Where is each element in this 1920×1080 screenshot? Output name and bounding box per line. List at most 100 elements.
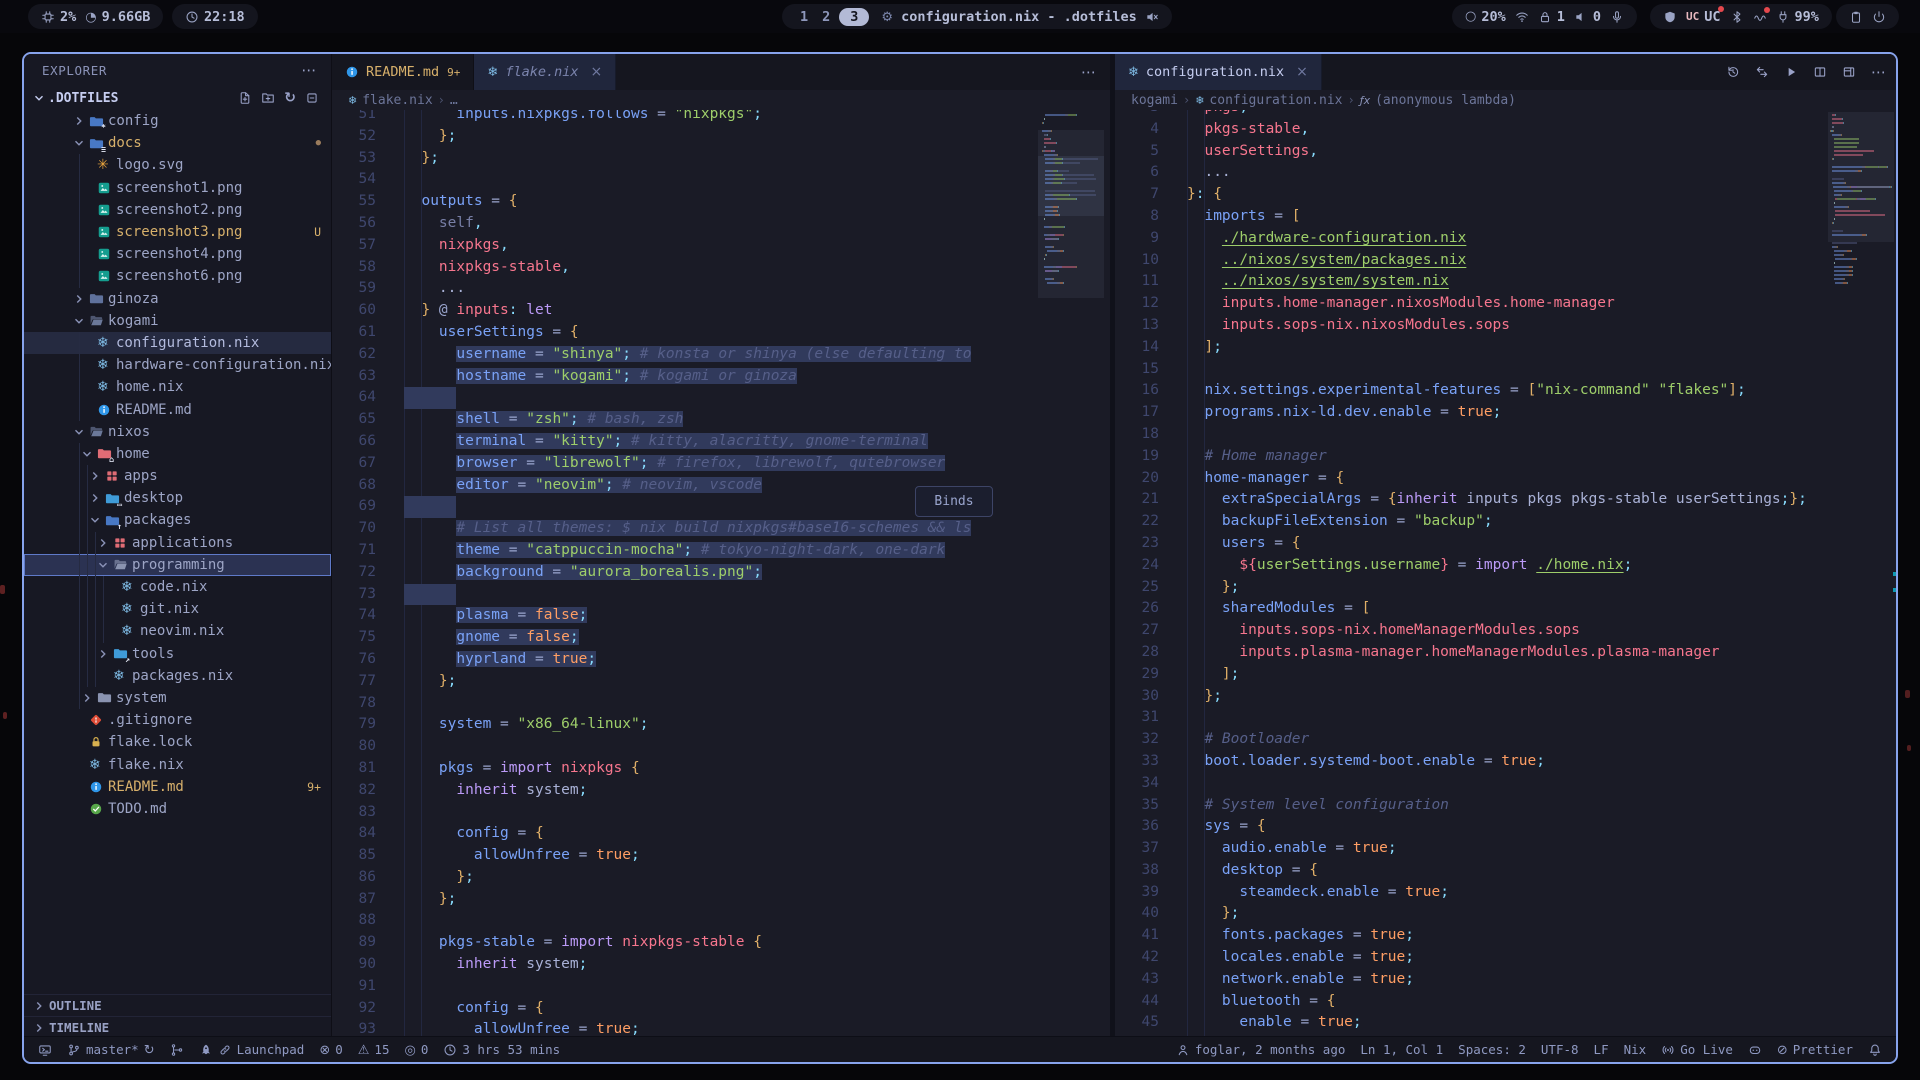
status-tray-1[interactable]: ○20%10 bbox=[1452, 4, 1637, 29]
code-line[interactable]: 81 pkgs = import nixpkgs { bbox=[332, 758, 1036, 780]
new-folder-icon[interactable] bbox=[261, 91, 275, 105]
status-item-0[interactable]: ◎0 bbox=[404, 1042, 428, 1057]
code-line[interactable]: 26 sharedModules = [ bbox=[1115, 598, 1826, 620]
status-item[interactable] bbox=[1868, 1043, 1882, 1057]
tab-flake.nix[interactable]: ❄flake.nix× bbox=[474, 54, 616, 90]
code-line[interactable]: 5 userSettings, bbox=[1115, 141, 1826, 163]
code-line[interactable]: 59 ... bbox=[332, 278, 1036, 300]
code-line[interactable]: 42 locales.enable = true; bbox=[1115, 947, 1826, 969]
breadcrumb-item[interactable]: kogami bbox=[1131, 93, 1178, 108]
tree-item[interactable]: ❄home.nix bbox=[24, 376, 331, 398]
code-line[interactable]: 71 theme = "catppuccin-mocha"; # tokyo-n… bbox=[332, 540, 1036, 562]
code-line[interactable]: 3 pkgs, bbox=[1115, 110, 1826, 119]
code-line[interactable]: 30 }; bbox=[1115, 686, 1826, 708]
tree-item[interactable]: screenshot3.pngU bbox=[24, 221, 331, 243]
code-line[interactable]: 80 bbox=[332, 736, 1036, 758]
code-line[interactable]: 9 ./hardware-configuration.nix bbox=[1115, 228, 1826, 250]
minimap[interactable] bbox=[1830, 112, 1892, 286]
code-line[interactable]: 22 backupFileExtension = "backup"; bbox=[1115, 511, 1826, 533]
code-line[interactable]: 83 bbox=[332, 802, 1036, 824]
code-line[interactable]: 88 bbox=[332, 910, 1036, 932]
code-line[interactable]: 62 username = "shinya"; # konsta or shin… bbox=[332, 344, 1036, 366]
tree-item[interactable]: README.md9+ bbox=[24, 776, 331, 798]
code-line[interactable]: 32 # Bootloader bbox=[1115, 729, 1826, 751]
clock-module[interactable]: 22:18 bbox=[172, 4, 258, 29]
code-line[interactable]: 79 system = "x86_64-linux"; bbox=[332, 714, 1036, 736]
code-line[interactable]: 63 hostname = "kogami"; # kogami or gino… bbox=[332, 366, 1036, 388]
code-line[interactable]: 8 imports = [ bbox=[1115, 206, 1826, 228]
code-line[interactable]: 84 config = { bbox=[332, 823, 1036, 845]
code-line[interactable]: 66 terminal = "kitty"; # kitty, alacritt… bbox=[332, 431, 1036, 453]
status-item-0[interactable]: ⊗0 bbox=[319, 1042, 342, 1057]
tree-item[interactable]: ❄configuration.nix bbox=[24, 332, 331, 354]
breadcrumb-item[interactable]: ❄configuration.nix bbox=[1195, 93, 1342, 108]
code-line[interactable]: 18 bbox=[1115, 424, 1826, 446]
code-line[interactable]: 35 # System level configuration bbox=[1115, 795, 1826, 817]
workspace-1[interactable]: 1 bbox=[795, 9, 813, 25]
code-line[interactable]: 36 sys = { bbox=[1115, 816, 1826, 838]
code-line[interactable]: 90 inherit system; bbox=[332, 954, 1036, 976]
breadcrumb-item[interactable]: … bbox=[450, 93, 458, 108]
status-item-3-hrs-53-mins[interactable]: 3 hrs 53 mins bbox=[443, 1042, 560, 1057]
tree-item[interactable]: ❄code.nix bbox=[24, 576, 331, 598]
code-line[interactable]: 10 ../nixos/system/packages.nix bbox=[1115, 250, 1826, 272]
code-line[interactable]: 58 nixpkgs-stable, bbox=[332, 257, 1036, 279]
speaker-icon[interactable]: 0 bbox=[1574, 9, 1601, 25]
code-area[interactable]: 3 pkgs,4 pkgs-stable,5 userSettings,6 ..… bbox=[1115, 110, 1898, 1038]
tree-item[interactable]: TODO.md bbox=[24, 798, 331, 820]
tree-item[interactable]: ≡docs● bbox=[24, 132, 331, 154]
tree-item[interactable]: ↑packages bbox=[24, 509, 331, 531]
explorer-more-actions-button[interactable]: ⋯ bbox=[301, 63, 317, 78]
code-line[interactable]: 19 # Home manager bbox=[1115, 446, 1826, 468]
status-item-15[interactable]: ⚠15 bbox=[358, 1042, 390, 1057]
code-line[interactable]: 24 ${userSettings.username} = import ./h… bbox=[1115, 555, 1826, 577]
breadcrumb[interactable]: kogami›❄configuration.nix›ƒx(anonymous l… bbox=[1115, 90, 1898, 110]
status-item[interactable] bbox=[170, 1043, 184, 1057]
code-line[interactable]: 76 hyprland = true; bbox=[332, 649, 1036, 671]
status-item[interactable] bbox=[38, 1043, 52, 1057]
layout-icon[interactable] bbox=[1842, 65, 1856, 79]
code-line[interactable]: 67 browser = "librewolf"; # firefox, lib… bbox=[332, 453, 1036, 475]
breadcrumb-item[interactable]: ƒx(anonymous lambda) bbox=[1360, 93, 1516, 108]
code-line[interactable]: 64 bbox=[332, 387, 1036, 409]
code-line[interactable]: 34 bbox=[1115, 773, 1826, 795]
new-file-icon[interactable] bbox=[238, 91, 252, 105]
code-line[interactable]: 14 ]; bbox=[1115, 337, 1826, 359]
code-line[interactable]: 31 bbox=[1115, 707, 1826, 729]
code-line[interactable]: 70 # List all themes: $ nix build nixpkg… bbox=[332, 518, 1036, 540]
code-line[interactable]: 16 nix.settings.experimental-features = … bbox=[1115, 380, 1826, 402]
status-item-go-live[interactable]: Go Live bbox=[1661, 1042, 1733, 1057]
code-line[interactable]: 29 ]; bbox=[1115, 664, 1826, 686]
wifi-icon[interactable] bbox=[1515, 10, 1529, 24]
more-actions-icon[interactable]: ⋯ bbox=[1871, 65, 1886, 80]
run-icon[interactable] bbox=[1784, 65, 1798, 79]
session-tray[interactable] bbox=[1836, 4, 1899, 29]
code-line[interactable]: 25 }; bbox=[1115, 577, 1826, 599]
code-line[interactable]: 78 bbox=[332, 693, 1036, 715]
tree-item[interactable]: ginoza bbox=[24, 288, 331, 310]
code-line[interactable]: 86 }; bbox=[332, 867, 1036, 889]
brightness-icon[interactable]: ○20% bbox=[1465, 9, 1506, 25]
tree-item[interactable]: ❄packages.nix bbox=[24, 665, 331, 687]
code-line[interactable]: 57 nixpkgs, bbox=[332, 235, 1036, 257]
refresh-icon[interactable]: ↻ bbox=[284, 91, 296, 105]
code-line[interactable]: 37 audio.enable = true; bbox=[1115, 838, 1826, 860]
code-line[interactable]: 12 inputs.home-manager.nixosModules.home… bbox=[1115, 293, 1826, 315]
collapse-all-icon[interactable] bbox=[305, 91, 319, 105]
close-icon[interactable]: × bbox=[590, 64, 602, 80]
more-actions-icon[interactable]: ⋯ bbox=[1081, 65, 1096, 80]
tree-item[interactable]: .gitignore bbox=[24, 709, 331, 731]
tree-item[interactable]: ▭desktop bbox=[24, 487, 331, 509]
code-line[interactable]: 82 inherit system; bbox=[332, 780, 1036, 802]
timeline-panel-header[interactable]: TIMELINE bbox=[24, 1016, 331, 1038]
code-line[interactable]: 53 }; bbox=[332, 148, 1036, 170]
workspace-2[interactable]: 2 bbox=[817, 9, 835, 25]
code-line[interactable]: 73 bbox=[332, 584, 1036, 606]
code-line[interactable]: 51 inputs.nixpkgs.follows = "nixpkgs"; bbox=[332, 110, 1036, 126]
outline-panel-header[interactable]: OUTLINE bbox=[24, 994, 331, 1016]
tree-item[interactable]: nixos bbox=[24, 421, 331, 443]
code-line[interactable]: 55 outputs = { bbox=[332, 191, 1036, 213]
code-line[interactable]: 45 enable = true; bbox=[1115, 1012, 1826, 1034]
tree-item[interactable]: ❄git.nix bbox=[24, 598, 331, 620]
system-stats-module[interactable]: 2% ◔9.66GB bbox=[28, 4, 163, 29]
